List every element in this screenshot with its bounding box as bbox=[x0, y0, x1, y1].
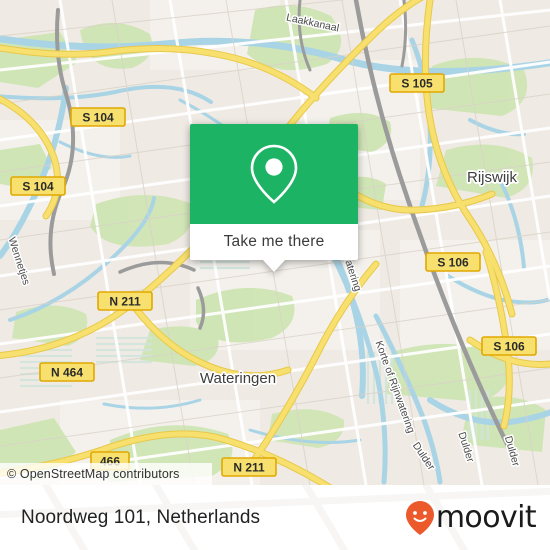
take-me-there-label: Take me there bbox=[223, 233, 325, 250]
svg-text:N 464: N 464 bbox=[51, 366, 83, 380]
osm-attribution-text: © OpenStreetMap contributors bbox=[7, 467, 180, 481]
svg-text:S 106: S 106 bbox=[493, 340, 525, 354]
moovit-wordmark: moovit bbox=[435, 499, 537, 535]
moovit-pin-icon bbox=[405, 500, 434, 535]
take-me-there-button[interactable]: Take me there bbox=[190, 224, 358, 260]
svg-text:S 106: S 106 bbox=[437, 256, 469, 270]
address-text: Noordweg 101, Netherlands bbox=[21, 506, 261, 528]
svg-text:N 211: N 211 bbox=[109, 295, 141, 309]
map-canvas[interactable]: Laakkanaal Laakkanaal Wennetjes Wennetjes wa… bbox=[0, 0, 550, 485]
road-shield: N 211 bbox=[221, 457, 277, 477]
footer-bar: Noordweg 101, Netherlands moovit bbox=[0, 485, 550, 550]
popup-header bbox=[190, 124, 358, 224]
moovit-logo[interactable]: moovit bbox=[405, 485, 537, 550]
road-shield: S 106 bbox=[481, 336, 537, 356]
location-popup[interactable]: Take me there bbox=[190, 124, 358, 272]
svg-text:N 211: N 211 bbox=[233, 461, 265, 475]
svg-text:S 105: S 105 bbox=[401, 77, 433, 91]
road-shield: S 105 bbox=[389, 73, 445, 93]
svg-text:S 104: S 104 bbox=[82, 111, 114, 125]
road-shield: S 104 bbox=[10, 176, 66, 196]
road-shield: S 106 bbox=[425, 252, 481, 272]
svg-text:S 104: S 104 bbox=[22, 180, 54, 194]
map-screenshot: Laakkanaal Laakkanaal Wennetjes Wennetjes wa… bbox=[0, 0, 550, 550]
map-pin-icon bbox=[250, 144, 298, 204]
road-shield: N 464 bbox=[39, 362, 95, 382]
address-title: Noordweg 101, Netherlands bbox=[21, 485, 260, 550]
road-shield: S 104 bbox=[70, 107, 126, 127]
popup-tail bbox=[263, 260, 285, 272]
osm-attribution[interactable]: © OpenStreetMap contributors bbox=[0, 463, 212, 485]
road-shield: N 211 bbox=[97, 291, 153, 311]
